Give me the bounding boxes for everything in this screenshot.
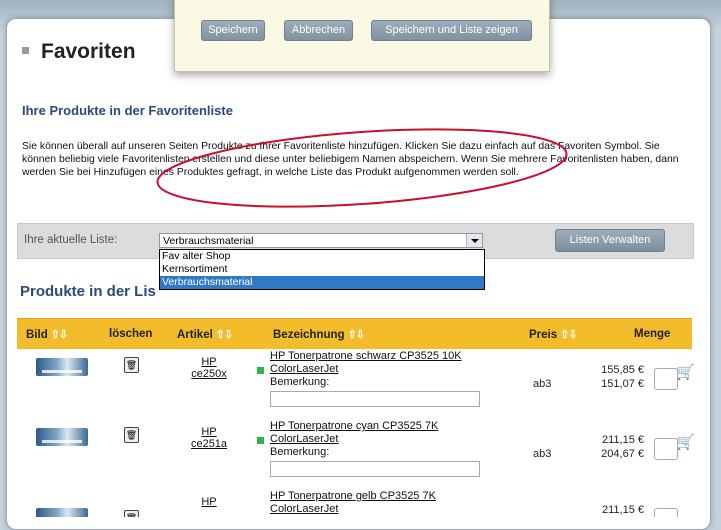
bullet-icon [22,46,29,54]
table-row: 🗑 HP ce251a HP Tonerpatrone cyan CP3525 7… [17,418,695,494]
tier-price: 151,07 € [601,378,644,390]
remark-label: Bemerkung: [270,376,330,388]
section-heading: Ihre Produkte in der Favoritenliste [22,103,233,118]
product-image[interactable] [36,428,88,446]
remark-field[interactable] [270,461,480,477]
price: 211,15 € [601,434,644,446]
article-number[interactable]: HP ce251a [189,426,229,450]
save-dialog: Speichern Abbrechen Speichern und Liste … [174,0,550,72]
product-link[interactable]: HP Tonerpatrone schwarz CP3525 10K Color… [270,350,500,376]
products-heading: Produkte in der Lis [20,283,156,300]
product-link[interactable]: HP Tonerpatrone gelb CP3525 7K ColorLase… [270,490,500,516]
col-loeschen: löschen [109,328,153,340]
article-number[interactable]: HP ce250x [189,356,229,380]
manage-lists-button[interactable]: Listen Verwalten [555,229,665,252]
page-title: Favoriten [22,40,136,64]
sort-arrows-icon: ⇧⇩ [347,329,365,341]
availability-icon [257,437,264,444]
product-image[interactable] [36,358,88,376]
page-title-text: Favoriten [41,40,136,63]
table-row: 🗑 HP ce250x HP Tonerpatrone schwarz CP352… [17,348,695,424]
list-dropdown: Fav alter Shop Kernsortiment Verbrauchsm… [159,249,485,290]
dropdown-option[interactable]: Fav alter Shop [160,250,484,263]
dialog-save-show-button[interactable]: Speichern und Liste zeigen [371,20,532,41]
list-selector-label: Ihre aktuelle Liste: [24,234,118,246]
quantity-input[interactable] [654,438,678,460]
table-header: Bild ⇧⇩ löschen Artikel ⇧⇩ Bezeichnung ⇧⇩ P… [17,318,692,349]
col-bild[interactable]: Bild ⇧⇩ [26,328,68,341]
tier-price: 204,67 € [601,448,644,460]
sort-arrows-icon: ⇧⇩ [50,329,68,341]
trash-icon[interactable]: 🗑 [124,427,139,443]
quantity-input[interactable] [654,368,678,390]
cart-icon[interactable]: 🛒 [676,433,695,451]
article-number[interactable]: HP [189,496,229,508]
tier-label: ab3 [533,378,552,390]
col-artikel[interactable]: Artikel ⇧⇩ [177,328,233,341]
list-select[interactable]: Verbrauchsmaterial [159,233,483,248]
chevron-down-icon[interactable] [466,234,482,247]
product-description: HP Tonerpatrone schwarz CP3525 10K Color… [270,350,500,389]
product-image[interactable] [36,508,88,517]
dialog-cancel-button[interactable]: Abbrechen [284,20,353,41]
product-link[interactable]: HP Tonerpatrone cyan CP3525 7K ColorLase… [270,420,500,446]
col-menge: Menge [634,328,671,340]
trash-icon[interactable]: 🗑 [124,357,139,373]
dialog-save-button[interactable]: Speichern [201,20,265,41]
table-row: 🗑 HP HP Tonerpatrone gelb CP3525 7K Colo… [17,488,692,517]
intro-paragraph: Sie können überall auf unseren Seiten Pr… [22,141,679,178]
product-description: HP Tonerpatrone cyan CP3525 7K ColorLase… [270,420,500,459]
trash-icon[interactable]: 🗑 [124,510,139,517]
tier-label: ab3 [533,448,552,460]
dropdown-option[interactable]: Kernsortiment [160,263,484,276]
sort-arrows-icon: ⇧⇩ [215,329,233,341]
remark-label: Bemerkung: [270,446,330,458]
dropdown-option-selected[interactable]: Verbrauchsmaterial [160,276,484,289]
remark-field[interactable] [270,391,480,407]
col-bezeichnung[interactable]: Bezeichnung ⇧⇩ [273,328,365,341]
sort-arrows-icon: ⇧⇩ [560,329,577,341]
list-select-value: Verbrauchsmaterial [163,235,254,247]
product-description: HP Tonerpatrone gelb CP3525 7K ColorLase… [270,490,500,516]
quantity-input[interactable] [654,508,678,517]
price: 211,15 € [601,504,644,516]
cart-icon[interactable]: 🛒 [676,363,695,381]
price: 155,85 € [601,364,644,376]
col-preis[interactable]: Preis ⇧⇩ [529,328,578,341]
availability-icon [257,367,264,374]
